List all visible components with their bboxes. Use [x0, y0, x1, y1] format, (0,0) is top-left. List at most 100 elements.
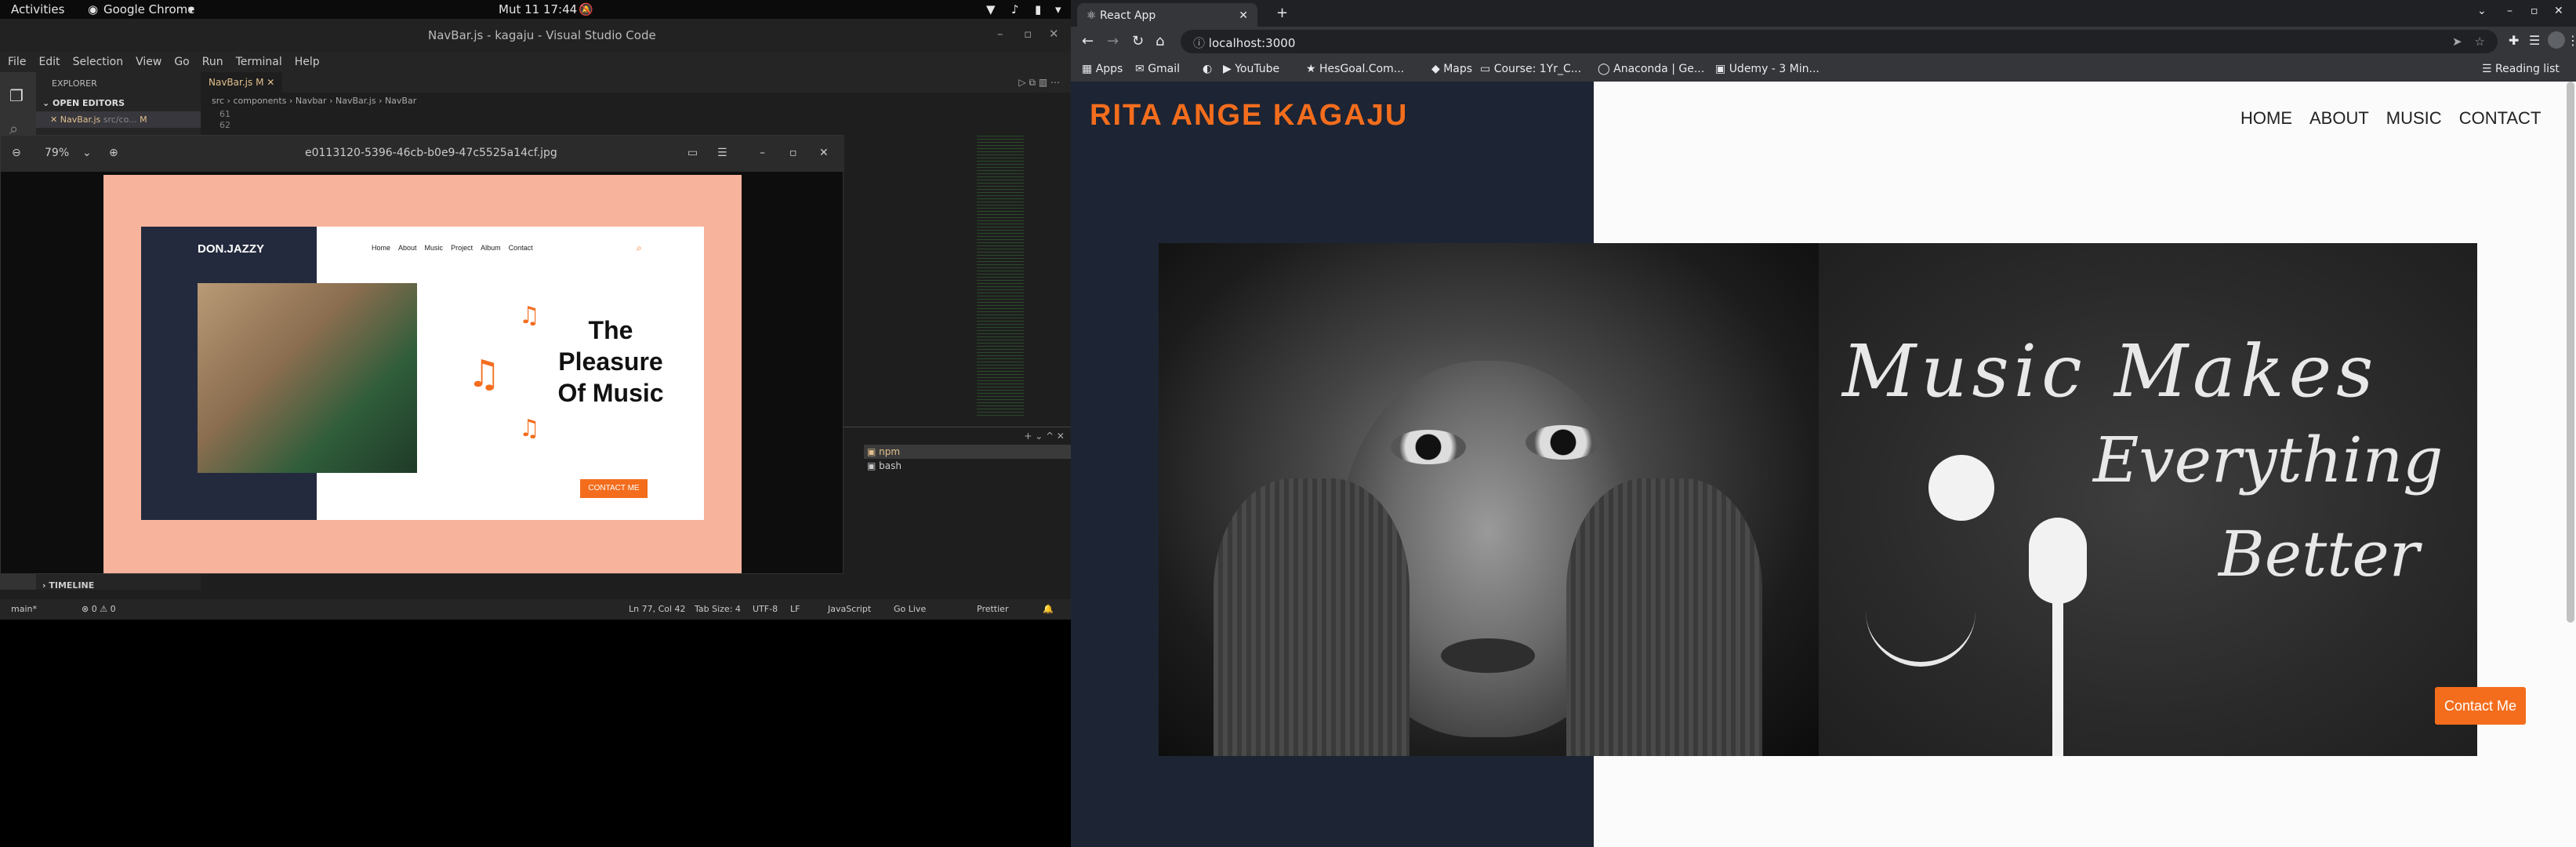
chrome-menu-icon[interactable]: ⋮ — [2567, 33, 2576, 48]
files-icon[interactable]: ❐ — [9, 86, 27, 105]
send-icon[interactable]: ➤ — [2452, 35, 2462, 49]
menu-go[interactable]: Go — [174, 56, 189, 68]
activities-button[interactable]: Activities — [11, 2, 64, 16]
menu-icon[interactable]: ☰ — [717, 147, 727, 159]
terminal-bash[interactable]: ▣ bash — [864, 459, 1071, 473]
battery-icon[interactable]: ▮ — [1035, 2, 1041, 16]
bookmark-anaconda[interactable]: ◯ Anaconda | Ge... — [1598, 63, 1704, 75]
menu-run[interactable]: Run — [202, 56, 223, 68]
slideshow-icon[interactable]: ▭ — [688, 147, 698, 159]
bookmark-udemy[interactable]: ▣ Udemy - 3 Min... — [1715, 63, 1820, 75]
breadcrumb-item[interactable]: components — [233, 96, 286, 106]
cursor-position[interactable]: Ln 77, Col 42 — [629, 604, 686, 614]
home-icon[interactable]: ⌂ — [1156, 33, 1164, 49]
vscode-titlebar: NavBar.js - kagaju - Visual Studio Code … — [0, 19, 1071, 52]
chrome-tab[interactable]: ⚛ React App ✕ — [1077, 3, 1257, 27]
active-app-menu[interactable]: Google Chrome — [103, 2, 195, 16]
bookmark-label: Maps — [1443, 63, 1473, 75]
new-tab-button[interactable]: + — [1276, 5, 1288, 21]
timeline-section[interactable]: › TIMELINE — [42, 580, 94, 591]
media-icon[interactable]: ☰ — [2529, 33, 2540, 48]
line-number: 61 — [220, 109, 230, 119]
tab-search-icon[interactable]: ⌄ — [2477, 5, 2487, 17]
minimize-button[interactable]: – — [997, 27, 1003, 41]
menu-file[interactable]: File — [8, 56, 26, 68]
nav-about[interactable]: ABOUT — [2309, 108, 2369, 128]
breadcrumb-item[interactable]: src — [212, 96, 224, 106]
bookmark-apps[interactable]: ▦ Apps — [1082, 63, 1123, 75]
tab-size[interactable]: Tab Size: 4 — [695, 604, 741, 614]
earbud-icon — [2029, 518, 2087, 604]
nav-home[interactable]: HOME — [2240, 108, 2292, 128]
back-icon[interactable]: ← — [1082, 33, 1094, 49]
chevron-down-icon: ▾ — [188, 2, 194, 16]
wifi-icon[interactable]: ▼ — [986, 2, 996, 16]
site-brand[interactable]: RITA ANGE KAGAJU — [1090, 99, 1408, 133]
zoom-out-icon[interactable]: ⊖ — [12, 147, 21, 159]
reload-icon[interactable]: ↻ — [1132, 33, 1144, 49]
scrollbar[interactable] — [2567, 82, 2574, 623]
close-button[interactable]: ✕ — [1049, 27, 1059, 41]
menu-view[interactable]: View — [136, 56, 161, 68]
open-editor-item[interactable]: ✕ NavBar.js src/co... M — [36, 111, 201, 128]
design-nav-item: Music — [424, 244, 444, 252]
nav-contact[interactable]: CONTACT — [2459, 108, 2542, 128]
problems-indicator[interactable]: ⊗ 0 ⚠ 0 — [82, 604, 116, 614]
design-photo — [198, 283, 417, 473]
chalk-line-1: Music Makes — [1842, 329, 2378, 413]
minimize-button[interactable]: – — [2507, 5, 2513, 17]
maximize-button[interactable]: ▫ — [1024, 27, 1032, 41]
bookmark-globe[interactable]: ◐ — [1203, 63, 1212, 75]
clock[interactable]: Mut 11 17:44 — [499, 2, 577, 16]
menu-selection[interactable]: Selection — [73, 56, 124, 68]
encoding[interactable]: UTF-8 — [753, 604, 778, 614]
minimap[interactable] — [977, 133, 1024, 416]
bookmark-youtube[interactable]: ▶ YouTube — [1223, 63, 1279, 75]
terminal-actions[interactable]: + ⌄ ^ ✕ — [844, 427, 1071, 445]
prettier[interactable]: Prettier — [977, 604, 1008, 614]
bookmark-maps[interactable]: ◆ Maps — [1431, 63, 1472, 75]
chevron-down-icon[interactable]: ▾ — [1055, 2, 1061, 16]
language-mode[interactable]: JavaScript — [828, 604, 871, 614]
volume-icon[interactable]: ♪ — [1011, 2, 1019, 16]
extensions-icon[interactable]: ✚ — [2509, 33, 2519, 48]
notification-off-icon: 🔕 — [579, 2, 593, 16]
terminal-npm[interactable]: ▣ npm — [864, 445, 1071, 459]
zoom-in-icon[interactable]: ⊕ — [109, 147, 118, 159]
editor-actions[interactable]: ▷ ⧉ ▥ ⋯ — [1018, 77, 1060, 89]
info-icon[interactable]: ⓘ — [1193, 36, 1205, 50]
address-bar[interactable]: ⓘ localhost:3000 ☆ ➤ — [1181, 30, 2498, 53]
eol[interactable]: LF — [790, 604, 800, 614]
bookmark-course[interactable]: ▭ Course: 1Yr_C... — [1480, 63, 1581, 75]
open-editors-section[interactable]: ⌄ OPEN EDITORS — [36, 95, 201, 111]
bookmark-star-icon[interactable]: ☆ — [2475, 35, 2485, 49]
profile-avatar[interactable] — [2548, 31, 2565, 49]
zoom-level[interactable]: 79% — [45, 147, 69, 159]
design-nav-item: Home — [372, 244, 391, 252]
breadcrumb-item[interactable]: Navbar — [296, 96, 327, 106]
menu-terminal[interactable]: Terminal — [236, 56, 282, 68]
chevron-down-icon[interactable]: ⌄ — [82, 147, 92, 159]
tab-close-icon[interactable]: ✕ — [1239, 9, 1248, 22]
close-button[interactable]: ✕ — [819, 147, 829, 159]
bookmark-gmail[interactable]: ✉ Gmail — [1135, 63, 1180, 75]
nav-music[interactable]: MUSIC — [2386, 108, 2442, 128]
minimize-button[interactable]: – — [760, 147, 765, 159]
close-button[interactable]: ✕ — [2554, 5, 2563, 17]
contact-me-button[interactable]: Contact Me — [2435, 687, 2526, 725]
maximize-button[interactable]: ▫ — [789, 147, 797, 159]
breadcrumb-item[interactable]: NavBar — [385, 96, 416, 106]
menu-edit[interactable]: Edit — [38, 56, 60, 68]
bookmark-hesgoal[interactable]: ★ HesGoal.Com... — [1306, 63, 1404, 75]
go-live[interactable]: Go Live — [894, 604, 926, 614]
forward-icon[interactable]: → — [1107, 33, 1119, 49]
breadcrumb-item[interactable]: NavBar.js — [336, 96, 376, 106]
bell-icon[interactable]: 🔔 — [1043, 604, 1054, 614]
menu-help[interactable]: Help — [295, 56, 320, 68]
maximize-button[interactable]: ▫ — [2531, 5, 2538, 17]
line-number: 62 — [220, 120, 230, 130]
editor-tab[interactable]: NavBar.js M ✕ — [201, 72, 283, 93]
git-branch[interactable]: main* — [11, 604, 37, 614]
reading-list[interactable]: ☰ Reading list — [2482, 63, 2560, 75]
open-file-path: src/co... — [103, 115, 137, 125]
